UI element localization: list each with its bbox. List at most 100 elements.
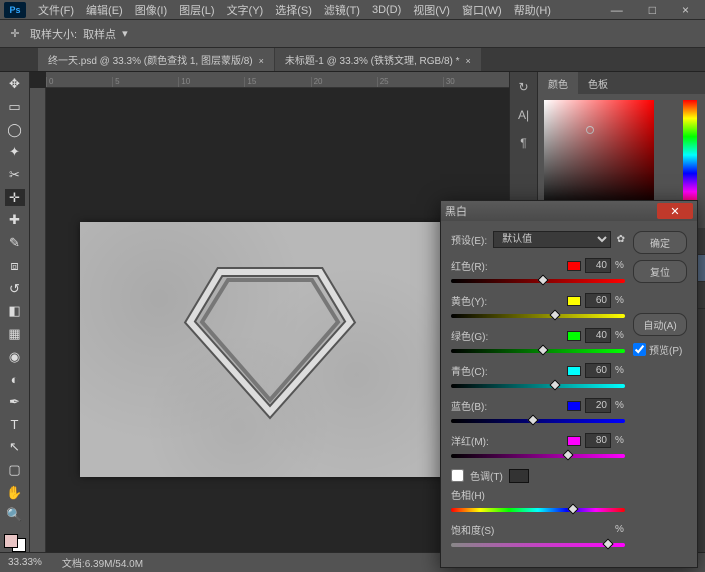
hue-slider[interactable] [451,504,625,514]
color-slider[interactable] [451,380,625,390]
auto-button[interactable]: 自动(A) [633,313,687,336]
zoom-level[interactable]: 33.33% [8,557,42,568]
diamond-shape-icon [180,252,360,422]
dialog-title: 黑白 [445,203,467,219]
eraser-tool-icon[interactable]: ◧ [5,303,25,320]
menu-window[interactable]: 窗口(W) [456,0,508,20]
close-icon[interactable]: × [259,56,264,66]
crop-tool-icon[interactable]: ✂ [5,167,25,184]
color-slider[interactable] [451,310,625,320]
color-slider[interactable] [451,450,625,460]
slider-value[interactable]: 40 [585,258,611,273]
brush-tool-icon[interactable]: ✎ [5,235,25,252]
color-tab[interactable]: 颜色 [538,72,578,95]
slider-value[interactable]: 20 [585,398,611,413]
pct-label: % [615,400,625,411]
foreground-color-swatch[interactable] [4,534,18,548]
color-swatch-icon [567,261,581,271]
black-white-dialog: 黑白 ✕ 预设(E): 默认值 ✿ 红色(R): 40 % 黄色(Y): 60 … [440,200,698,568]
menu-3d[interactable]: 3D(D) [366,2,407,18]
character-panel-icon[interactable]: A| [515,106,533,124]
document-info[interactable]: 文档:6.39M/54.0M [62,555,143,570]
slider-label: 青色(C): [451,363,497,378]
color-swatch-icon [567,436,581,446]
window-minimize-icon[interactable]: — [605,1,629,19]
magic-wand-tool-icon[interactable]: ✦ [5,144,25,161]
slider-label: 洋红(M): [451,433,497,448]
menu-layer[interactable]: 图层(L) [173,0,220,20]
document-canvas[interactable] [80,222,475,477]
eyedropper-icon[interactable]: ✛ [6,25,24,43]
dodge-tool-icon[interactable]: ◐ [5,371,25,388]
dropdown-icon[interactable]: ▾ [122,27,128,40]
color-slider[interactable] [451,275,625,285]
blur-tool-icon[interactable]: ◉ [5,348,25,365]
menu-file[interactable]: 文件(F) [32,0,80,20]
app-logo: Ps [4,2,26,18]
options-bar: ✛ 取样大小: 取样点 ▾ [0,20,705,48]
move-tool-icon[interactable]: ✥ [5,76,25,93]
dialog-close-button[interactable]: ✕ [657,203,693,219]
history-brush-tool-icon[interactable]: ↺ [5,280,25,297]
menu-image[interactable]: 图像(I) [129,0,173,20]
path-tool-icon[interactable]: ↖ [5,439,25,456]
vertical-ruler [30,88,46,552]
slider-value[interactable]: 80 [585,433,611,448]
window-close-icon[interactable]: × [676,1,695,19]
toolbox: ✥ ▭ ◯ ✦ ✂ ✛ ✚ ✎ ⧈ ↺ ◧ ▦ ◉ ◐ ✒ T ↖ ▢ ✋ 🔍 [0,72,30,552]
zoom-tool-icon[interactable]: 🔍 [5,507,25,524]
hue-slider[interactable] [683,100,697,210]
color-swatches[interactable] [4,534,26,552]
canvas-area[interactable]: 051015202530 [30,72,509,552]
menu-view[interactable]: 视图(V) [407,0,456,20]
preset-label: 预设(E): [451,232,487,247]
tint-swatch[interactable] [509,469,529,483]
document-tab[interactable]: 未标题-1 @ 33.3% (铁锈文理, RGB/8) *× [275,48,481,71]
stamp-tool-icon[interactable]: ⧈ [5,258,25,275]
healing-tool-icon[interactable]: ✚ [5,212,25,229]
slider-value[interactable]: 60 [585,293,611,308]
history-panel-icon[interactable]: ↻ [515,78,533,96]
tint-checkbox[interactable] [451,469,464,482]
eyedropper-tool-icon[interactable]: ✛ [5,189,25,206]
paragraph-panel-icon[interactable]: ¶ [515,134,533,152]
menu-filter[interactable]: 滤镜(T) [318,0,366,20]
dialog-titlebar[interactable]: 黑白 ✕ [441,201,697,221]
saturation-slider[interactable] [451,539,625,549]
preset-gear-icon[interactable]: ✿ [617,234,625,245]
menu-edit[interactable]: 编辑(E) [80,0,129,20]
gradient-tool-icon[interactable]: ▦ [5,326,25,343]
cancel-button[interactable]: 复位 [633,260,687,283]
preview-checkbox[interactable]: 预览(P) [633,342,687,357]
slider-value[interactable]: 60 [585,363,611,378]
pen-tool-icon[interactable]: ✒ [5,394,25,411]
shape-tool-icon[interactable]: ▢ [5,462,25,479]
marquee-tool-icon[interactable]: ▭ [5,99,25,116]
hue-label: 色相(H) [451,487,497,502]
document-tabs: 终一天.psd @ 33.3% (颜色查找 1, 图层蒙版/8) × 未标题-1 … [0,48,705,72]
color-swatch-icon [567,331,581,341]
pct-label: % [615,295,625,306]
sample-size-value[interactable]: 取样点 [83,26,116,42]
lasso-tool-icon[interactable]: ◯ [5,121,25,138]
ok-button[interactable]: 确定 [633,231,687,254]
window-maximize-icon[interactable]: □ [643,1,662,19]
document-tab[interactable]: 终一天.psd @ 33.3% (颜色查找 1, 图层蒙版/8) × [38,48,274,71]
color-field[interactable] [544,100,654,210]
type-tool-icon[interactable]: T [5,416,25,433]
menu-select[interactable]: 选择(S) [269,0,318,20]
color-cursor-icon[interactable] [586,126,594,134]
color-slider[interactable] [451,345,625,355]
color-slider[interactable] [451,415,625,425]
menu-help[interactable]: 帮助(H) [508,0,557,20]
close-icon[interactable]: × [466,56,471,66]
sample-size-label: 取样大小: [30,26,77,42]
tab-label: 终一天.psd @ 33.3% (颜色查找 1, 图层蒙版/8) [48,56,253,67]
hand-tool-icon[interactable]: ✋ [5,484,25,501]
saturation-label: 饱和度(S) [451,522,497,537]
preset-select[interactable]: 默认值 [493,231,611,248]
pct-label: % [615,365,625,376]
menu-type[interactable]: 文字(Y) [221,0,270,20]
slider-value[interactable]: 40 [585,328,611,343]
swatches-tab[interactable]: 色板 [578,72,618,95]
